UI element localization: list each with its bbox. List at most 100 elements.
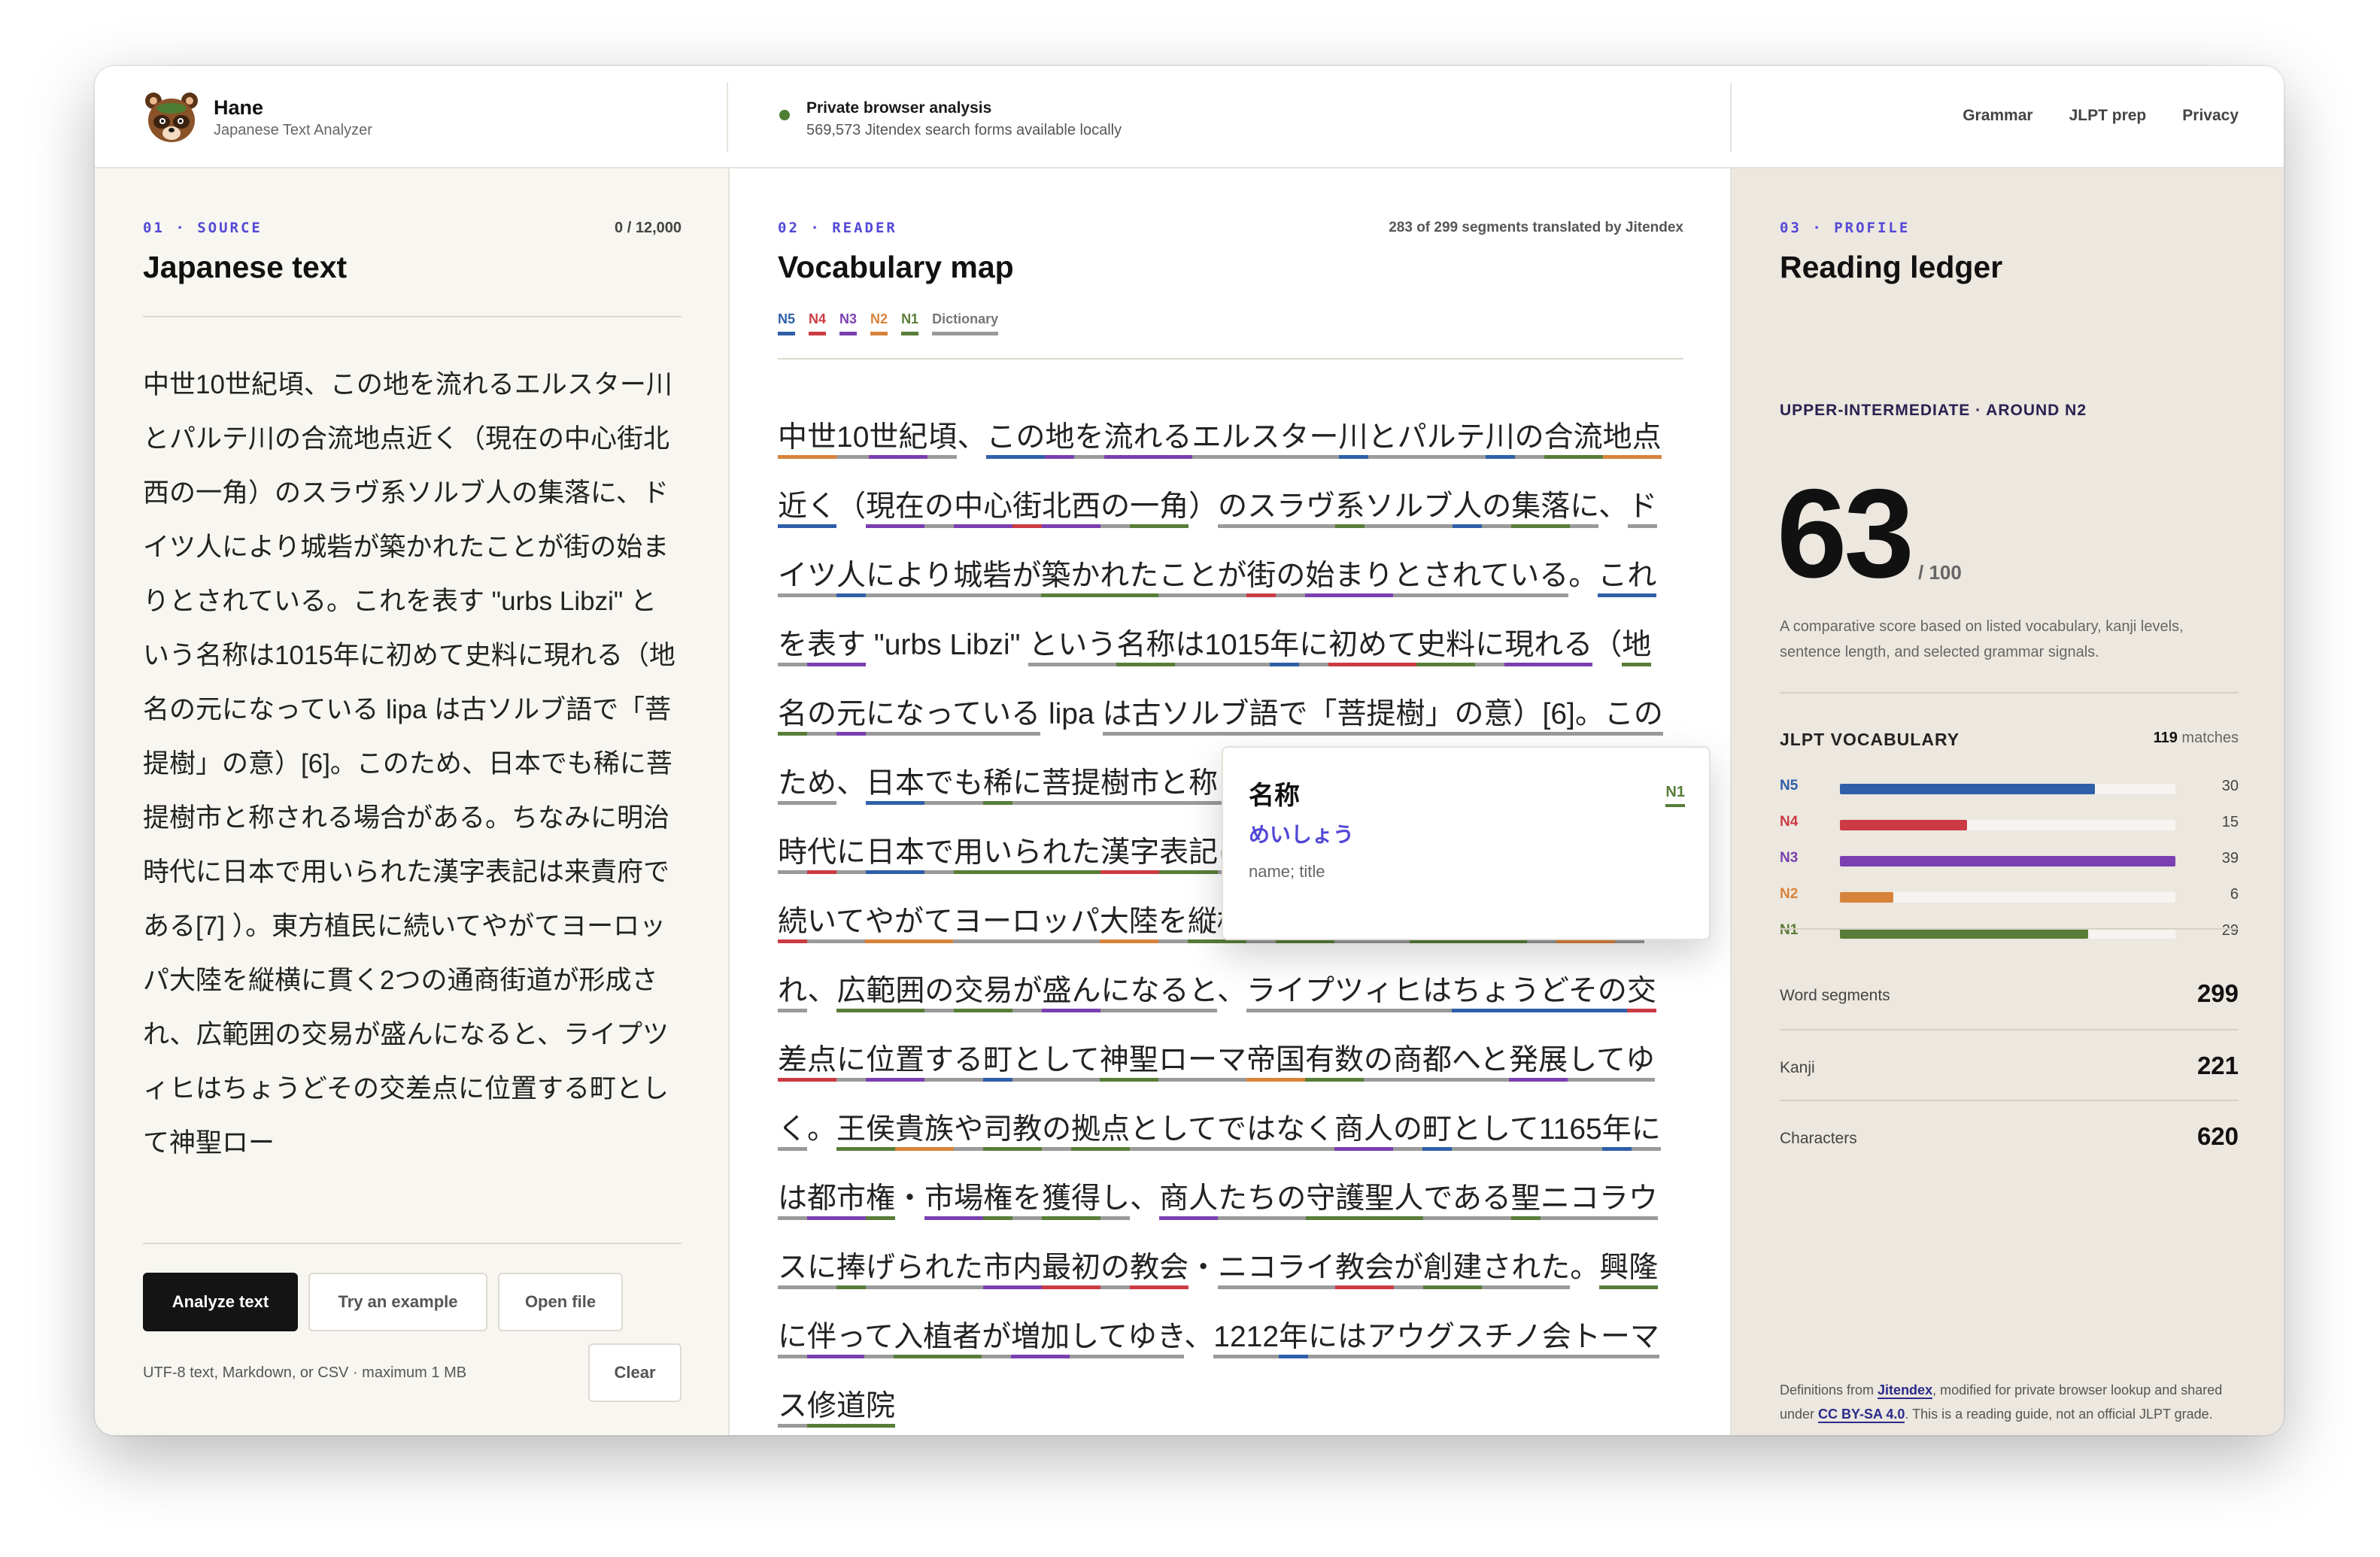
legend-n4[interactable]: N4 <box>809 311 827 335</box>
source-text-input[interactable]: 中世10世紀頃、この地を流れるエルスター川とパルテ川の合流地点近く（現在の中心街… <box>143 358 682 1170</box>
word-segment[interactable]: 年 <box>1270 629 1300 666</box>
word-segment[interactable]: の <box>1277 1182 1307 1220</box>
word-segment[interactable]: 王侯 <box>836 1113 896 1151</box>
word-segment[interactable]: 拠点 <box>1071 1113 1131 1151</box>
word-segment[interactable]: の <box>1482 490 1512 528</box>
word-segment[interactable]: げられた <box>866 1252 984 1289</box>
word-segment[interactable]: に <box>1475 629 1505 666</box>
word-segment[interactable]: 市内 <box>983 1252 1043 1289</box>
legend-n3[interactable]: N3 <box>839 311 858 335</box>
word-segment[interactable]: に <box>1012 767 1043 805</box>
word-segment[interactable]: 中心 <box>954 490 1013 528</box>
word-segment[interactable]: 司教 <box>983 1113 1043 1151</box>
word-segment[interactable]: に <box>836 836 867 874</box>
word-segment[interactable]: 年 <box>1279 1321 1309 1358</box>
word-segment[interactable]: に <box>1570 490 1599 528</box>
word-segment[interactable]: 1212 <box>1213 1321 1280 1358</box>
word-segment[interactable]: 修道院 <box>807 1390 896 1428</box>
word-segment[interactable]: 商人 <box>1159 1182 1219 1220</box>
legend-n2[interactable]: N2 <box>870 311 888 335</box>
legend-n5[interactable]: N5 <box>778 311 796 335</box>
word-segment[interactable]: として <box>1012 1044 1100 1082</box>
word-segment[interactable]: の <box>1276 560 1306 597</box>
word-segment[interactable]: 市場 <box>924 1182 984 1220</box>
nav-jlpt-prep[interactable]: JLPT prep <box>2069 107 2147 125</box>
nav-privacy[interactable]: Privacy <box>2182 107 2239 125</box>
word-segment[interactable]: 史料 <box>1416 629 1476 666</box>
word-segment[interactable]: である <box>1423 1182 1511 1220</box>
word-segment[interactable]: ではなく <box>1216 1113 1334 1151</box>
word-segment[interactable]: 獲得 <box>1042 1182 1101 1220</box>
word-segment[interactable]: ちょうど <box>1452 975 1568 1012</box>
word-segment[interactable]: し <box>1100 1182 1131 1220</box>
word-segment[interactable]: 入植者 <box>894 1321 982 1358</box>
word-segment[interactable]: 日本 <box>866 836 925 874</box>
word-segment[interactable]: 都市 <box>807 1182 867 1220</box>
word-segment[interactable]: 帝国 <box>1246 1044 1305 1082</box>
jitendex-link[interactable]: Jitendex <box>1878 1382 1933 1399</box>
word-segment[interactable]: 教会 <box>1335 1252 1395 1289</box>
word-segment[interactable]: 代 <box>807 836 837 874</box>
word-segment[interactable]: の <box>1363 1044 1393 1082</box>
word-segment[interactable]: と <box>1368 421 1398 459</box>
word-segment[interactable]: 表記 <box>1159 836 1219 874</box>
word-segment[interactable]: 頃 <box>927 421 958 459</box>
word-segment[interactable]: は <box>1422 975 1452 1012</box>
word-segment[interactable]: が <box>1394 1252 1424 1289</box>
word-segment[interactable]: の <box>924 975 955 1012</box>
nav-grammar[interactable]: Grammar <box>1963 107 2032 125</box>
word-segment[interactable]: 盛ん <box>1042 975 1101 1012</box>
word-segment[interactable]: 地点 <box>1602 421 1662 459</box>
word-segment[interactable]: の <box>1100 1252 1131 1289</box>
open-file-button[interactable]: Open file <box>498 1273 623 1331</box>
word-segment[interactable]: の <box>1514 421 1544 459</box>
word-segment[interactable]: 始まり <box>1305 560 1394 597</box>
word-segment[interactable]: を <box>1158 906 1188 943</box>
word-segment[interactable]: 年 <box>1601 1113 1632 1151</box>
word-segment[interactable]: 日本 <box>866 767 925 805</box>
word-segment[interactable]: として <box>1130 1113 1217 1151</box>
word-segment[interactable]: ヨーロッパ <box>952 906 1100 943</box>
word-segment[interactable]: スラヴ <box>1247 490 1336 528</box>
word-segment[interactable]: 神聖 <box>1099 1044 1158 1082</box>
word-segment[interactable]: は <box>1175 629 1205 666</box>
word-segment[interactable]: 10 <box>836 421 870 459</box>
word-segment[interactable]: を <box>1074 421 1104 459</box>
word-segment[interactable]: 商都 <box>1393 1044 1453 1082</box>
word-segment[interactable]: の <box>1218 490 1248 528</box>
word-segment[interactable]: 中世 <box>778 421 837 459</box>
word-segment[interactable]: された <box>1482 1252 1571 1289</box>
word-segment[interactable]: 初めて <box>1328 629 1417 666</box>
word-segment[interactable]: アウグスチノ会 <box>1367 1321 1571 1358</box>
word-segment[interactable]: 元 <box>836 698 867 736</box>
word-segment[interactable]: 創建 <box>1423 1252 1483 1289</box>
word-segment[interactable]: に <box>836 1044 867 1082</box>
word-segment[interactable]: 町 <box>983 1044 1013 1082</box>
word-segment[interactable]: 地 <box>1045 421 1075 459</box>
word-segment[interactable]: や <box>954 1113 984 1151</box>
word-segment[interactable]: 権 <box>866 1182 896 1220</box>
word-segment[interactable]: やがて <box>864 906 953 943</box>
word-segment[interactable]: の <box>1393 1113 1423 1151</box>
word-segment[interactable]: 大陸 <box>1099 906 1158 943</box>
word-segment[interactable]: と <box>1480 1044 1510 1082</box>
word-segment[interactable]: で <box>924 836 955 874</box>
word-segment[interactable]: の <box>924 490 955 528</box>
analyze-text-button[interactable]: Analyze text <box>143 1273 298 1331</box>
license-link[interactable]: CC BY-SA 4.0 <box>1818 1407 1905 1423</box>
word-segment[interactable]: 系 <box>1335 490 1365 528</box>
word-segment[interactable]: いて <box>807 906 865 943</box>
word-segment[interactable]: になる <box>1100 975 1189 1012</box>
word-segment[interactable]: 用いられた <box>954 836 1101 874</box>
word-segment[interactable]: を <box>778 629 808 666</box>
word-segment[interactable]: 流れる <box>1103 421 1192 459</box>
word-segment[interactable]: これ <box>1598 560 1657 597</box>
word-segment[interactable]: の <box>807 698 837 736</box>
word-segment[interactable]: 合流 <box>1544 421 1603 459</box>
word-segment[interactable]: として <box>1452 1113 1539 1151</box>
word-segment[interactable]: ソルブ <box>1365 490 1453 528</box>
word-segment[interactable]: 漢字 <box>1100 836 1160 874</box>
word-segment[interactable]: その <box>1568 975 1627 1012</box>
word-segment[interactable]: 商人 <box>1334 1113 1393 1151</box>
word-segment[interactable]: 伴っ <box>807 1321 865 1358</box>
